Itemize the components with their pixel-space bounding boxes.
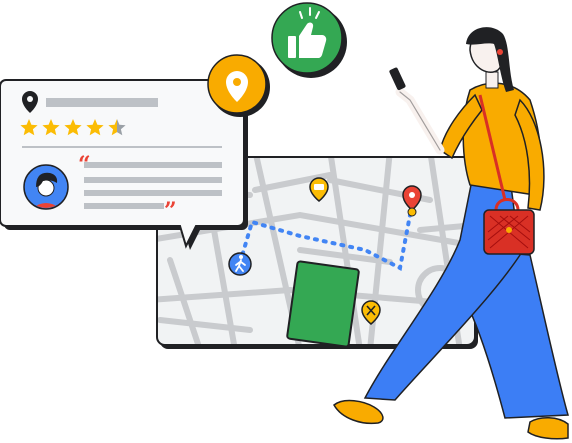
phone — [389, 67, 406, 91]
left-shoe — [333, 399, 384, 425]
review-text-line-2 — [84, 177, 222, 183]
review-text-line-1 — [84, 162, 222, 168]
thumbs-up-badge — [271, 2, 347, 78]
svg-text:”: ” — [164, 198, 177, 224]
quote-close-icon: ” — [164, 198, 177, 224]
place-name-placeholder — [46, 98, 158, 107]
review-text-line-3 — [84, 190, 222, 196]
park — [286, 260, 360, 348]
illustration-scene: “ ” — [0, 0, 572, 443]
review-text-line-4 — [84, 203, 164, 209]
right-shoe — [527, 417, 569, 440]
review-card: “ ” — [0, 79, 248, 250]
walking-person-icon — [228, 252, 252, 276]
